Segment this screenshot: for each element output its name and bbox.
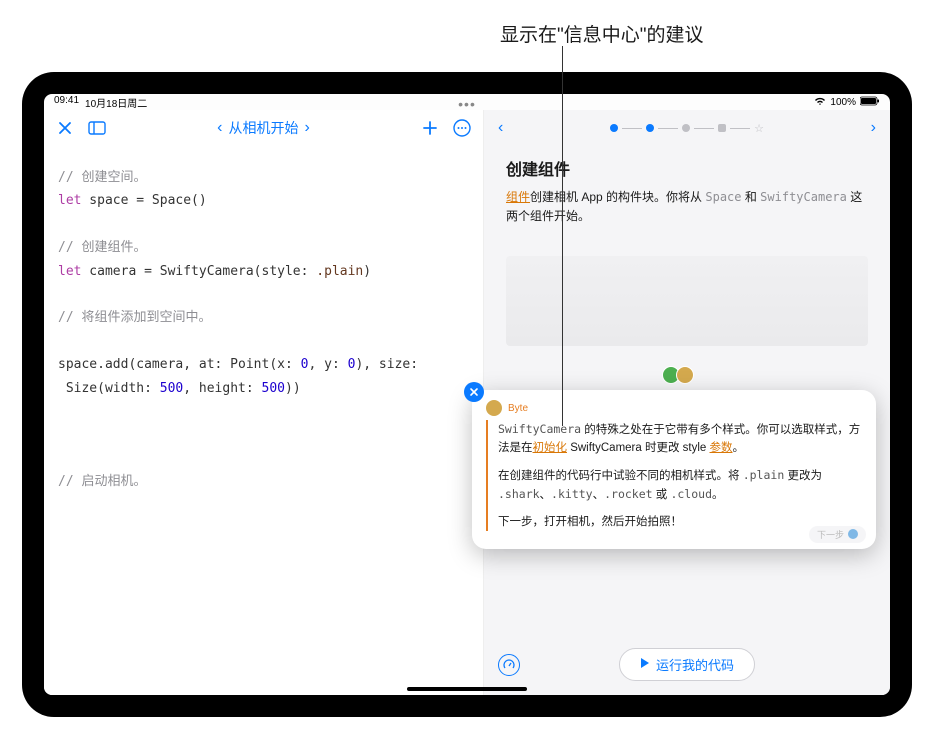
guide-inline-code: Space xyxy=(705,190,741,204)
guide-back-icon[interactable]: ‹ xyxy=(498,119,503,137)
progress-line xyxy=(730,128,750,129)
code-token: , height: xyxy=(183,381,261,396)
more-icon[interactable] xyxy=(451,117,473,139)
progress-line xyxy=(622,128,642,129)
status-time: 09:41 xyxy=(54,95,79,110)
hint-inline-code: .shark xyxy=(498,487,540,501)
run-bar: 运行我的代码 xyxy=(484,648,890,681)
avatar-small-icon xyxy=(848,529,858,539)
info-center-avatars[interactable] xyxy=(662,366,694,384)
code-toolbar: ‹ 从相机开始 › xyxy=(44,110,483,146)
progress-step xyxy=(682,124,690,132)
hint-inline-code: SwiftyCamera xyxy=(498,422,581,436)
play-icon xyxy=(640,657,650,672)
code-token: 500 xyxy=(160,381,183,396)
battery-icon xyxy=(860,96,880,109)
code-token: .plain xyxy=(316,264,363,279)
ipad-device-frame: 09:41 10月18日周二 100% ••• xyxy=(22,72,912,717)
code-editor-pane: ‹ 从相机开始 › // 创建空间。 let xyxy=(44,110,484,695)
hint-text: 下一步，打开相机，然后开始拍照！ xyxy=(498,513,862,531)
annotation-leader-line xyxy=(562,46,563,426)
guide-text-span: 和 xyxy=(742,190,761,204)
hint-next-button[interactable]: 下一步 xyxy=(809,526,866,543)
code-token: camera = SwiftyCamera(style: xyxy=(81,264,316,279)
hint-inline-code: .rocket xyxy=(604,487,652,501)
guide-title: 创建组件 xyxy=(506,156,868,180)
hint-text: SwiftyCamera 时更改 style xyxy=(567,442,710,454)
hint-body: SwiftyCamera 的特殊之处在于它带有多个样式。你可以选取样式，方法是在… xyxy=(486,420,862,531)
code-token: space = Space() xyxy=(81,193,206,208)
code-token: ) xyxy=(363,264,371,279)
annotation-label: 显示在"信息中心"的建议 xyxy=(500,20,704,47)
code-token: let xyxy=(58,193,81,208)
hint-next-label: 下一步 xyxy=(817,528,844,541)
progress-step xyxy=(718,124,726,132)
code-token: Size(width: xyxy=(58,381,160,396)
run-code-button[interactable]: 运行我的代码 xyxy=(619,648,755,681)
hint-popup: Byte SwiftyCamera 的特殊之处在于它带有多个样式。你可以选取样式… xyxy=(472,390,876,549)
guide-link[interactable]: 组件 xyxy=(506,190,530,204)
guide-inline-code: SwiftyCamera xyxy=(760,190,847,204)
page-title: 从相机开始 xyxy=(229,118,299,138)
code-token: let xyxy=(58,264,81,279)
hint-inline-code: .cloud xyxy=(670,487,712,501)
guide-illustration xyxy=(506,256,868,346)
hint-inline-code: .kitty xyxy=(551,487,593,501)
guide-pane: ‹ ☆ › 创建组件 xyxy=(484,110,890,695)
avatar-icon xyxy=(676,366,694,384)
chevron-left-icon[interactable]: ‹ xyxy=(217,119,222,137)
code-token: ), size: xyxy=(355,357,418,372)
progress-line xyxy=(694,128,714,129)
ipad-screen: 09:41 10月18日周二 100% ••• xyxy=(44,94,890,695)
hint-text: 在创建组件的代码行中试验不同的相机样式。将 xyxy=(498,470,743,482)
speedometer-icon[interactable] xyxy=(498,654,520,676)
progress-step xyxy=(646,124,654,132)
sidebar-toggle-icon[interactable] xyxy=(86,117,108,139)
guide-forward-icon[interactable]: › xyxy=(871,119,876,137)
progress-step xyxy=(610,124,618,132)
hint-text: 或 xyxy=(653,489,671,501)
code-editor[interactable]: // 创建空间。 let space = Space() // 创建组件。 le… xyxy=(44,146,483,695)
hint-text: 。 xyxy=(733,442,745,454)
code-comment: // 启动相机。 xyxy=(58,474,146,489)
code-token: space.add(camera, at: Point(x: xyxy=(58,357,301,372)
hint-text: 。 xyxy=(712,489,724,501)
home-indicator[interactable] xyxy=(407,687,527,691)
guide-toolbar: ‹ ☆ › xyxy=(484,110,890,146)
hint-author: Byte xyxy=(508,403,528,414)
chevron-right-icon[interactable]: › xyxy=(305,119,310,137)
code-comment: // 创建组件。 xyxy=(58,240,146,255)
run-button-label: 运行我的代码 xyxy=(656,655,734,674)
code-token: 500 xyxy=(262,381,285,396)
code-token: , y: xyxy=(308,357,347,372)
hint-link[interactable]: 参数 xyxy=(710,442,733,454)
code-token: )) xyxy=(285,381,301,396)
byte-avatar-icon xyxy=(486,400,502,416)
hint-text: 更改为 xyxy=(784,470,822,482)
hint-text: 、 xyxy=(540,489,552,501)
progress-line xyxy=(658,128,678,129)
code-comment: // 将组件添加到空间中。 xyxy=(58,310,211,325)
guide-text-span: 创建相机 App 的构件块。你将从 xyxy=(530,190,705,204)
guide-body-text: 组件创建相机 App 的构件块。你将从 Space 和 SwiftyCamera… xyxy=(506,188,868,226)
status-date: 10月18日周二 xyxy=(85,95,147,110)
wifi-icon xyxy=(814,96,826,109)
code-comment: // 创建空间。 xyxy=(58,170,146,185)
hint-text: 、 xyxy=(593,489,605,501)
hint-link[interactable]: 初始化 xyxy=(533,442,568,454)
add-icon[interactable] xyxy=(419,117,441,139)
battery-percent: 100% xyxy=(830,97,856,108)
progress-step: ☆ xyxy=(754,122,764,135)
page-title-nav[interactable]: ‹ 从相机开始 › xyxy=(118,118,409,138)
hint-inline-code: .plain xyxy=(743,468,785,482)
progress-indicator: ☆ xyxy=(610,122,764,135)
close-icon[interactable] xyxy=(54,117,76,139)
guide-content: 创建组件 组件创建相机 App 的构件块。你将从 Space 和 SwiftyC… xyxy=(484,146,890,356)
close-hint-button[interactable] xyxy=(464,382,484,402)
